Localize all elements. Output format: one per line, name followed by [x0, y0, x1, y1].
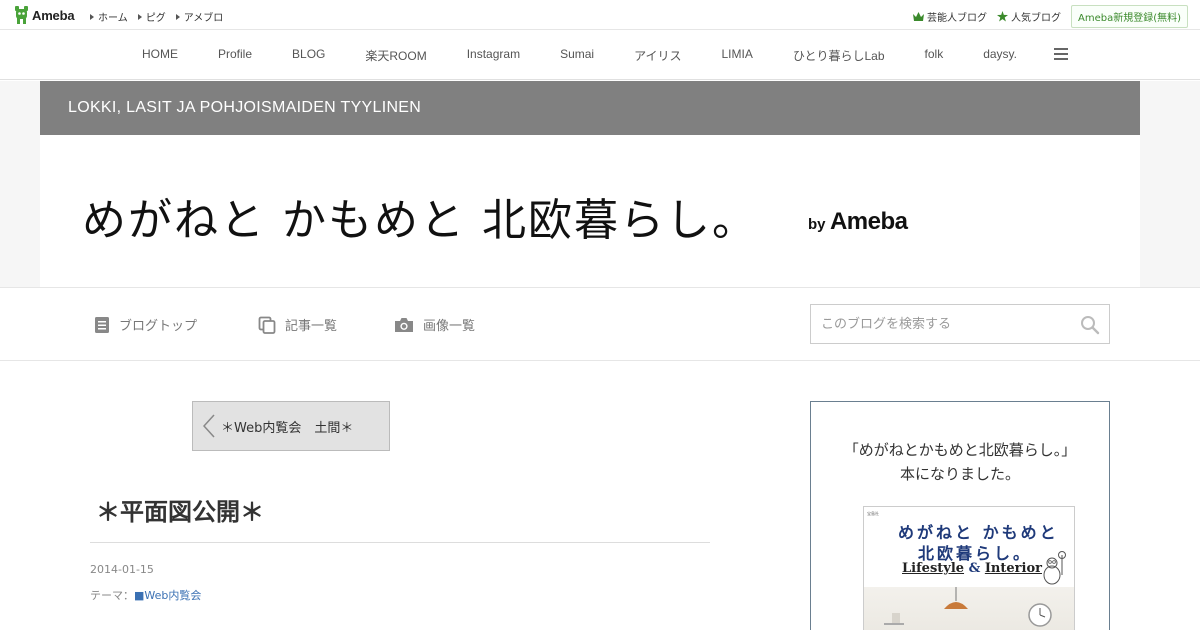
- nav-item-folk[interactable]: folk: [925, 47, 944, 64]
- celebrity-blog-label: 芸能人ブログ: [926, 13, 987, 24]
- header-banner-text: LOKKI, LASIT JA POHJOISMAIDEN TYYLINEN: [68, 99, 422, 116]
- nav-item-daysy[interactable]: daysy.: [983, 47, 1017, 64]
- toplink-home[interactable]: ホーム: [90, 9, 128, 24]
- nav-item-iris[interactable]: アイリス: [634, 47, 681, 64]
- blog-subnav: ブログトップ 記事一覧 画像一覧: [0, 287, 1200, 361]
- nav-item-limia[interactable]: LIMIA: [722, 47, 753, 64]
- entry-theme: テーマ：■Web内覧会: [90, 587, 201, 603]
- book-subtitle-amp: &: [968, 561, 981, 576]
- book-cover-photo: [864, 587, 1074, 630]
- global-links: ホーム ピグ アメブロ: [90, 9, 223, 24]
- camera-icon: [395, 317, 413, 332]
- book-subtitle-interior: Interior: [984, 561, 1042, 576]
- theme-link[interactable]: ■Web内覧会: [134, 589, 201, 602]
- entry-date: 2014-01-15: [90, 563, 154, 576]
- search-input[interactable]: [811, 305, 1061, 343]
- entry-list-label: 記事一覧: [285, 319, 338, 334]
- blog-title[interactable]: めがねと かもめと 北欧暮らし。: [82, 184, 758, 248]
- topbar-right: 芸能人ブログ 人気ブログ Ameba新規登録(無料): [912, 5, 1188, 28]
- nav-item-home[interactable]: HOME: [142, 47, 178, 64]
- crown-icon: [912, 12, 924, 21]
- blog-top-label: ブログトップ: [119, 319, 198, 334]
- star-icon: [996, 11, 1008, 22]
- by-ameba-logo: by Ameba: [808, 208, 908, 236]
- chevron-left-icon: [203, 414, 215, 438]
- ameba-mascot-icon: [14, 6, 29, 24]
- document-icon: [95, 316, 109, 333]
- previous-entry-button[interactable]: ＊Web内覧会 土間＊: [192, 401, 390, 451]
- toplink-ameblo[interactable]: アメブロ: [176, 9, 224, 24]
- blog-nav: HOME Profile BLOG 楽天ROOM Instagram Sumai…: [0, 30, 1200, 80]
- header-banner: LOKKI, LASIT JA POHJOISMAIDEN TYYLINEN: [40, 81, 1140, 135]
- image-list-link[interactable]: 画像一覧: [394, 315, 475, 334]
- popular-blog-label: 人気ブログ: [1010, 13, 1061, 24]
- nav-item-blog[interactable]: BLOG: [292, 47, 325, 64]
- blog-search-box: [810, 304, 1110, 344]
- copy-icon: [258, 316, 276, 334]
- ameba-logo-text: Ameba: [32, 7, 75, 23]
- nav-item-sumai[interactable]: Sumai: [560, 47, 594, 64]
- blog-top-link[interactable]: ブログトップ: [94, 315, 197, 334]
- sidebar-book-heading: 「めがねとかもめと北欧暮らし。」 本になりました。: [811, 438, 1109, 486]
- entry-title-divider: [90, 542, 710, 543]
- by-text: by: [808, 216, 826, 233]
- seagull-illustration-icon: [1043, 551, 1066, 585]
- sidebar-heading-line2: 本になりました。: [899, 465, 1020, 483]
- ameba-logo[interactable]: Ameba: [14, 6, 75, 24]
- entry-title: ＊平面図公開＊: [96, 498, 264, 526]
- toplink-pigg[interactable]: ピグ: [138, 9, 166, 24]
- sidebar-heading-line1: 「めがねとかもめと北欧暮らし。」: [843, 441, 1077, 459]
- ameba-wordmark: Ameba: [829, 208, 908, 235]
- book-cover-image[interactable]: 宝島社 めがねと かもめと 北欧暮らし。 Lifestyle & Interio…: [863, 506, 1075, 630]
- book-subtitle-lifestyle: Lifestyle: [902, 561, 965, 576]
- image-list-label: 画像一覧: [423, 319, 476, 334]
- global-topbar: Ameba ホーム ピグ アメブロ 芸能人ブログ 人気ブログ Ameba新規登録…: [0, 0, 1200, 30]
- hamburger-menu-icon[interactable]: [1054, 48, 1068, 60]
- nav-item-rakuten-room[interactable]: 楽天ROOM: [365, 47, 426, 64]
- nav-item-profile[interactable]: Profile: [218, 47, 252, 64]
- entry-list-link[interactable]: 記事一覧: [258, 315, 337, 334]
- celebrity-blog-link[interactable]: 芸能人ブログ: [912, 9, 987, 24]
- theme-prefix: テーマ：: [90, 589, 134, 602]
- search-icon[interactable]: [1080, 315, 1100, 339]
- book-publisher-mark: 宝島社: [867, 511, 879, 516]
- previous-entry-label: ＊Web内覧会 土間＊: [221, 420, 354, 436]
- book-subtitle: Lifestyle & Interior: [902, 561, 1042, 576]
- popular-blog-link[interactable]: 人気ブログ: [996, 9, 1061, 24]
- nav-item-instagram[interactable]: Instagram: [467, 47, 520, 64]
- nav-item-hitorigurashi-lab[interactable]: ひとり暮らしLab: [793, 47, 885, 64]
- register-button[interactable]: Ameba新規登録(無料): [1070, 5, 1188, 28]
- sidebar-book-widget: 「めがねとかもめと北欧暮らし。」 本になりました。 宝島社 めがねと かもめと …: [810, 401, 1110, 630]
